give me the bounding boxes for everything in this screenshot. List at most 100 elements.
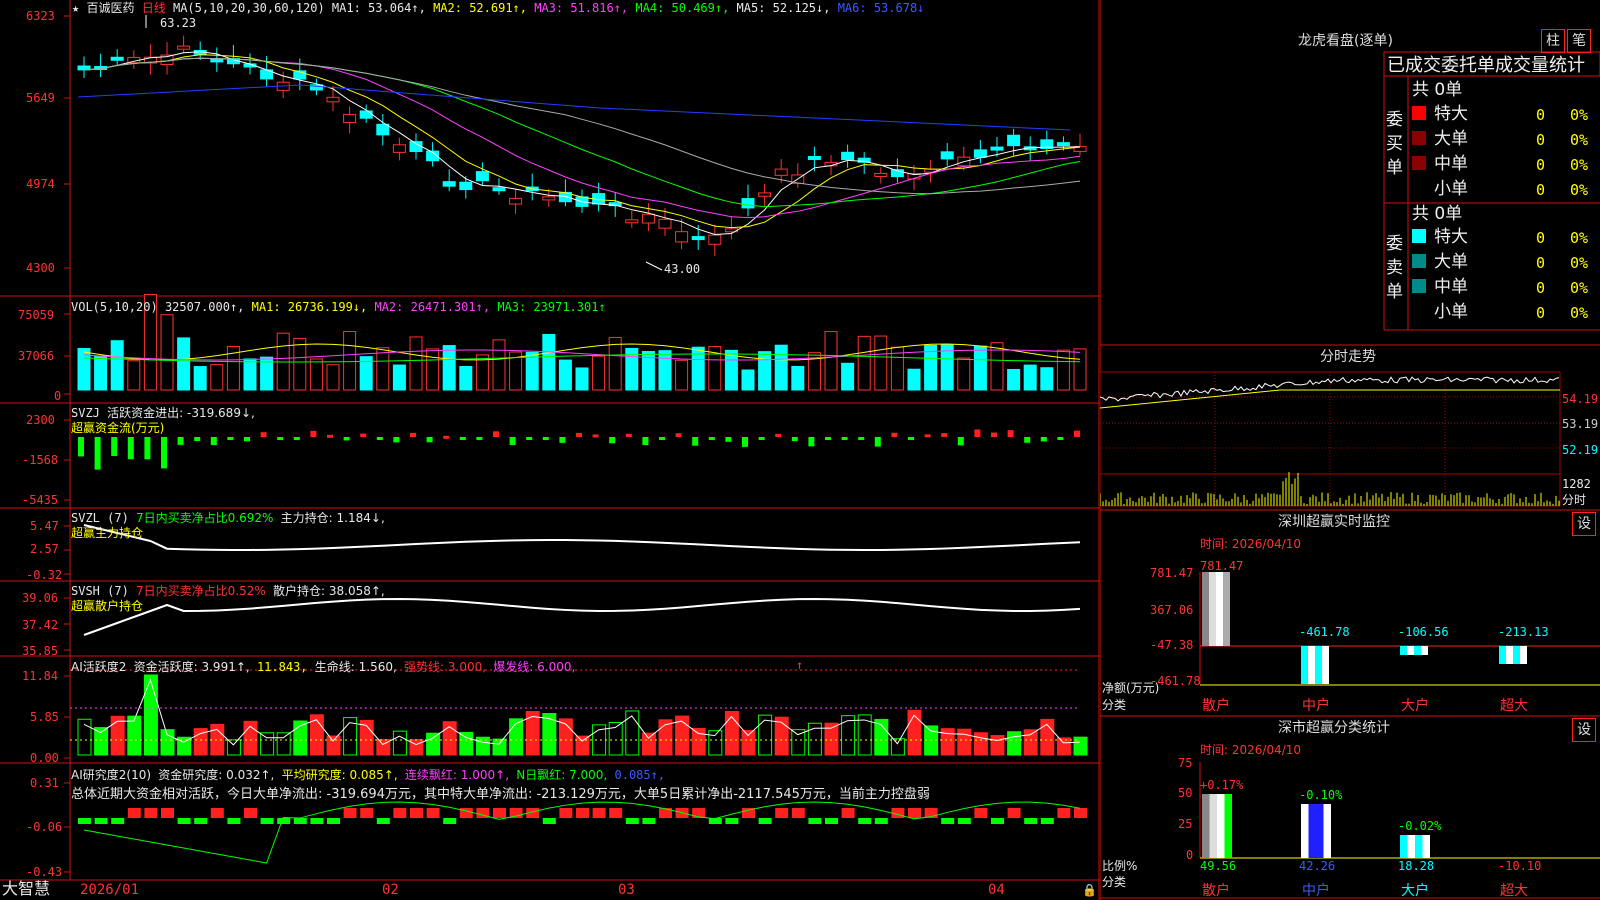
fund-flow-bar: [509, 437, 516, 445]
fund-flow-bar: [177, 437, 184, 445]
stock-name[interactable]: 百诚医药: [86, 1, 134, 15]
buy-order-color-swatch: [1412, 131, 1426, 145]
fund-flow-bar: [858, 437, 865, 440]
volume-bar: [127, 360, 141, 391]
ai-research-bar: [493, 808, 506, 818]
volume-bar: [741, 369, 755, 391]
fund-flow-bar: [991, 432, 997, 437]
fund-flow-bar: [592, 434, 599, 438]
ai-research-bar: [941, 818, 955, 824]
sz-value-label: -213.13: [1498, 625, 1549, 639]
svzj-sub-label: 超赢资金流(万元): [71, 421, 165, 435]
class-bar: [1316, 804, 1324, 858]
sz-bar: [1202, 572, 1209, 646]
sz-bar: [1223, 572, 1230, 646]
fund-flow-bar: [327, 434, 333, 438]
buy-order-percent: 0%: [1570, 106, 1589, 124]
ai-activity-bar: [409, 739, 424, 756]
ai2-t2: 平均研究度: 0.085↑,: [281, 768, 398, 782]
sz-bar-group: [1202, 572, 1527, 684]
ai-activity-bar: [143, 674, 158, 756]
brand-logo[interactable]: 大智慧: [2, 881, 50, 897]
class-bar: [1415, 835, 1423, 858]
buy-order-category: 小单: [1434, 179, 1468, 199]
candle-body: [509, 197, 523, 205]
sz-axis-tick: -47.38: [1150, 638, 1194, 652]
svzl-text1: 7日内买卖净占比0.692%: [136, 511, 274, 525]
sell-order-row: 中单: [1412, 279, 1468, 296]
sz-group-label: 中户: [1302, 698, 1330, 714]
class-group-label: 大户: [1401, 883, 1429, 899]
fund-flow-bar: [957, 437, 964, 446]
fund-flow-bar: [1024, 437, 1031, 443]
sell-order-category: 小单: [1434, 302, 1468, 322]
ai-activity-bar: [260, 732, 275, 756]
class-settings-button[interactable]: 设: [1572, 718, 1596, 742]
volume-bar: [1023, 364, 1037, 391]
buy-orders-vertical-label: 委 买 单: [1386, 108, 1406, 180]
sz-bar: [1301, 646, 1308, 684]
candle-body: [326, 96, 340, 103]
dragon-tiger-title: 龙虎看盘(逐单): [1298, 33, 1393, 49]
fund-flow-bar: [692, 437, 699, 446]
order-stats-tabs[interactable]: 已成交委托单成交量统计: [1387, 57, 1585, 75]
ai-research-bar: [1007, 808, 1021, 818]
fund-flow-bar: [1057, 437, 1064, 440]
sz-settings-button[interactable]: 设: [1572, 512, 1596, 536]
ai-research-bar: [609, 808, 623, 818]
lock-icon[interactable]: 🔒: [1082, 884, 1097, 896]
ai-research-bar: [161, 808, 174, 818]
ai-activity-bar: [459, 731, 474, 756]
ai-activity-bar: [475, 736, 490, 756]
volume-bar: [592, 355, 606, 391]
ai-research-bar: [343, 808, 357, 818]
svsh-text2: 散户持仓: 38.058↑,: [273, 584, 385, 598]
ai-research-bar: [592, 808, 606, 818]
low-price-annotation: 43.00: [664, 262, 701, 276]
ai-research-bar: [874, 818, 888, 824]
ai-research-bar-group: [78, 808, 1087, 824]
volume-bar: [940, 344, 954, 391]
svsh-sub-label: 超赢散户持仓: [71, 599, 144, 613]
ai-research-bar: [310, 818, 324, 824]
ai-research-bar: [376, 818, 390, 824]
ai1-t4: 强势线: 3.000,: [404, 660, 487, 674]
fund-flow-bar: [758, 437, 765, 440]
sell-order-count: 0: [1536, 279, 1546, 297]
candle-body: [177, 45, 191, 50]
volume-bar: [608, 336, 622, 391]
volume-bar: [841, 362, 855, 391]
tick-mode-button[interactable]: 笔: [1567, 29, 1591, 53]
sz-bar: [1506, 646, 1513, 664]
ai-activity-bar: [127, 715, 142, 756]
sz-group-label: 超大: [1500, 698, 1528, 714]
candle-body: [392, 144, 406, 153]
ai2-t5: 0.085↑,: [614, 768, 666, 782]
ai-activity-bar: [276, 732, 291, 756]
sell-order-percent: 0%: [1570, 254, 1589, 272]
bar-mode-button[interactable]: 柱: [1541, 29, 1565, 53]
class-bar: [1323, 804, 1331, 858]
volume-bar: [177, 337, 191, 391]
fund-flow-bar: [559, 437, 566, 443]
intraday-label: 分时: [1562, 493, 1587, 507]
ai-activity-bar: [426, 732, 441, 756]
ai-activity-bar: [392, 730, 407, 756]
kline-chart-area[interactable]: [0, 0, 1100, 900]
ma4-line: [83, 57, 1081, 208]
period-label[interactable]: 日线: [142, 1, 166, 15]
class-axis-tick: 75: [1178, 756, 1193, 770]
favorite-star-icon[interactable]: ★: [72, 1, 79, 15]
candle-body: [874, 172, 888, 177]
buy-order-count: 0: [1536, 106, 1546, 124]
class-time: 时间: 2026/04/10: [1200, 743, 1302, 757]
class-x-label: 分类: [1102, 875, 1127, 889]
ai-research-bar: [957, 818, 971, 824]
ai-research-bar: [327, 818, 340, 824]
vol-ma2: MA2: 26471.301↑,: [374, 300, 491, 314]
fund-flow-bar: [310, 430, 317, 437]
fund-flow-bar: [1040, 437, 1047, 442]
fund-flow-bar: [111, 437, 118, 457]
fund-flow-bar: [576, 432, 582, 437]
class-y-label: 比例%: [1102, 859, 1138, 873]
